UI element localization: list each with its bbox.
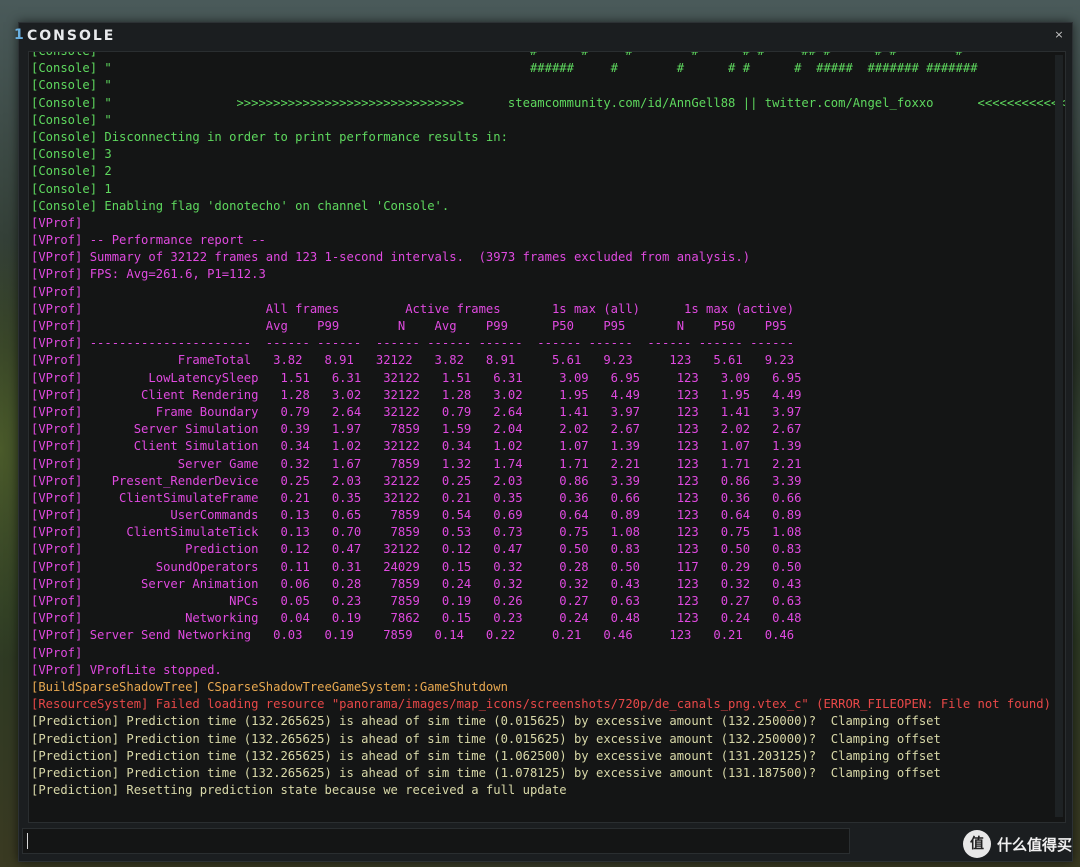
watermark-badge: 值: [962, 830, 991, 858]
console-line: [VProf]: [31, 645, 83, 660]
console-line: [VProf] UserCommands 0.13 0.65 7859 0.54…: [31, 508, 802, 523]
console-line: [VProf] Client Simulation 0.34 1.02 3212…: [31, 439, 802, 454]
console-line: [Prediction] Prediction time (132.265625…: [31, 714, 941, 729]
console-line: [Console] ": [31, 112, 112, 127]
console-line: [Console] 3: [31, 147, 112, 162]
watermark: 值 什么值得买: [962, 829, 1072, 859]
watermark-text: 什么值得买: [996, 835, 1072, 854]
text-caret: [27, 833, 28, 849]
console-line: [VProf] ---------------------- ------ --…: [31, 336, 795, 351]
console-line: [VProf] Summary of 32122 frames and 123 …: [31, 250, 751, 265]
console-line: [BuildSparseShadowTree] CSparseShadowTre…: [31, 679, 508, 694]
console-line: [VProf] Server Simulation 0.39 1.97 7859…: [31, 422, 802, 437]
console-line: [VProf] FPS: Avg=261.6, P1=112.3: [31, 267, 266, 282]
console-window: 1 CONSOLE × [Console] " # # # # # # ## #…: [14, 22, 1073, 862]
console-line: [Console] ": [31, 78, 112, 93]
console-scrollbar[interactable]: [1055, 55, 1063, 817]
console-title: CONSOLE: [27, 28, 116, 44]
console-input[interactable]: [22, 828, 850, 854]
console-line: [Console] " >>>>>>>>>>>>>>>>>>>>>>>>>>>>…: [31, 95, 1065, 110]
console-line: [VProf] Present_RenderDevice 0.25 2.03 3…: [31, 473, 802, 488]
console-line: [Console] Disconnecting in order to prin…: [31, 129, 508, 144]
console-line: [VProf] Avg P99 N Avg P99 P50 P95 N P50 …: [31, 319, 787, 333]
console-line: [Console] 2: [31, 164, 112, 179]
console-line: [VProf] ClientSimulateTick 0.13 0.70 785…: [31, 525, 802, 540]
console-line: [VProf]: [31, 215, 83, 230]
console-line: [VProf] ClientSimulateFrame 0.21 0.35 32…: [31, 490, 802, 505]
console-line: [VProf] Networking 0.04 0.19 7862 0.15 0…: [31, 611, 802, 626]
console-titlebar[interactable]: 1 CONSOLE ×: [14, 23, 1072, 49]
console-line: [VProf] -- Performance report --: [31, 233, 266, 248]
console-line: [VProf] Server Game 0.32 1.67 7859 1.32 …: [31, 456, 802, 471]
console-line: [VProf] Client Rendering 1.28 3.02 32122…: [31, 387, 802, 402]
console-line: [Prediction] Resetting prediction state …: [31, 783, 567, 798]
console-line: [ResourceSystem] Failed loading resource…: [31, 697, 1051, 712]
console-line: [VProf] Frame Boundary 0.79 2.64 32122 0…: [31, 404, 802, 419]
console-line: [Console] Enabling flag 'donotecho' on c…: [31, 198, 450, 213]
console-line: [VProf] Prediction 0.12 0.47 32122 0.12 …: [31, 542, 802, 557]
console-line: [VProf] FrameTotal 3.82 8.91 32122 3.82 …: [31, 353, 795, 368]
console-line: [Console] " ###### # # # # # ##### #####…: [31, 61, 978, 76]
console-line: [Prediction] Prediction time (132.265625…: [31, 731, 941, 746]
console-line: [VProf] VProfLite stopped.: [31, 662, 222, 677]
console-line: [VProf] SoundOperators 0.11 0.31 24029 0…: [31, 559, 802, 574]
console-title-icon: 1: [14, 27, 24, 43]
console-line: [VProf] All frames Active frames 1s max …: [31, 301, 795, 316]
console-line: [Prediction] Prediction time (132.265625…: [31, 748, 941, 763]
close-icon[interactable]: ×: [1052, 28, 1066, 42]
console-line: [VProf] LowLatencySleep 1.51 6.31 32122 …: [31, 370, 802, 385]
console-line: [Console] 1: [31, 181, 112, 196]
console-line: [Prediction] Prediction time (132.265625…: [31, 765, 941, 780]
console-lines: [Console] " # # # # # # ## # # # # [Conso…: [31, 51, 1065, 799]
console-line: [VProf] Server Send Networking 0.03 0.19…: [31, 628, 795, 643]
console-line: [VProf] NPCs 0.05 0.23 7859 0.19 0.26 0.…: [31, 594, 802, 608]
console-output[interactable]: [Console] " # # # # # # ## # # # # [Conso…: [28, 51, 1066, 823]
console-line: [VProf] Server Animation 0.06 0.28 7859 …: [31, 576, 802, 591]
console-line: [Console] " # # # # # # ## # # # #: [31, 51, 963, 58]
console-line: [VProf]: [31, 284, 83, 299]
